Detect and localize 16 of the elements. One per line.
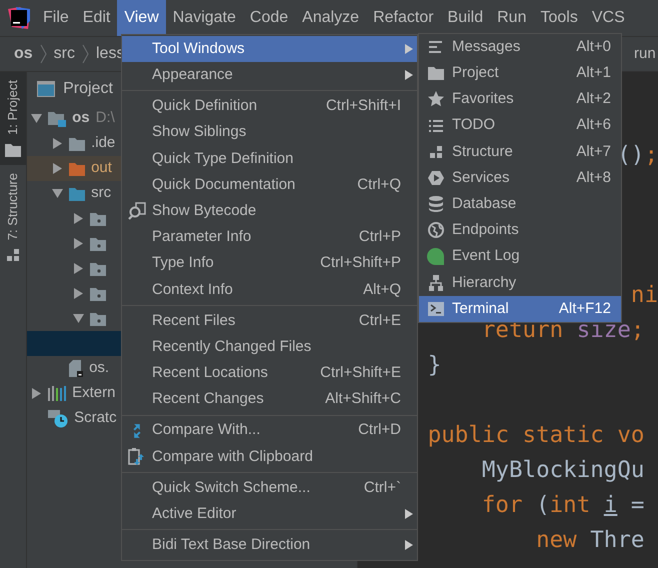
tree-label: os <box>72 108 90 128</box>
code-line: new Thre <box>536 526 644 555</box>
tree-path: D:\ <box>96 108 115 128</box>
tree-label: out <box>91 158 112 178</box>
tree-label: src <box>91 183 112 204</box>
panel-title: Project <box>63 79 113 99</box>
code-line: (); <box>617 141 658 170</box>
tree-label: Extern <box>72 383 116 404</box>
code-line: ni <box>630 281 658 310</box>
code-line: public static vo <box>428 421 644 450</box>
tree-label: .ide <box>91 133 116 154</box>
tree-label: Scratc <box>74 408 117 428</box>
code-line: } <box>428 351 442 380</box>
tree-label: os. <box>89 358 110 378</box>
code-line: MyBlockingQu <box>482 456 644 485</box>
code-line: for (int i = <box>482 491 644 520</box>
